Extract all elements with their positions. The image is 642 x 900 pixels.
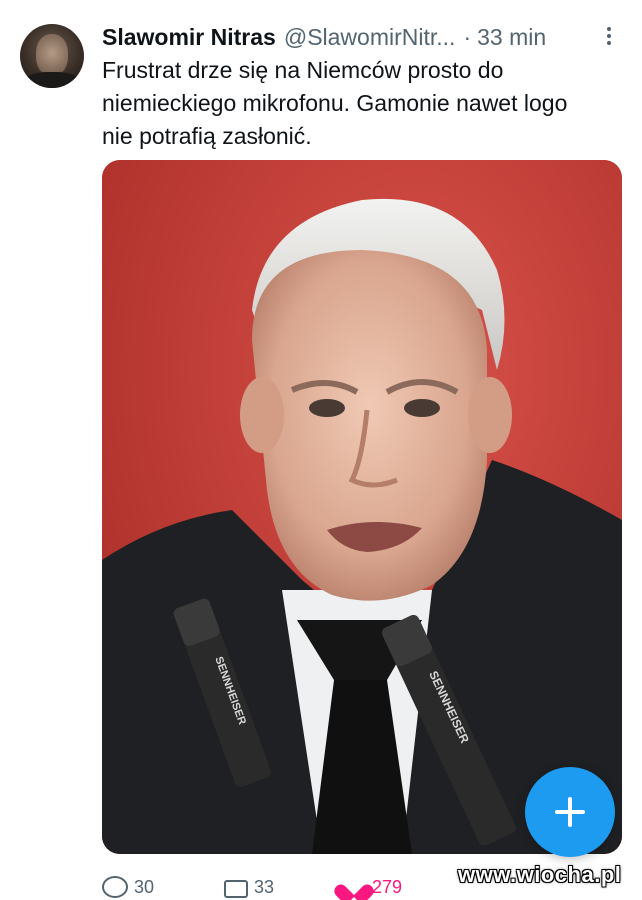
tweet-text-line: niemieckiego mikrofonu. Gamonie nawet lo… xyxy=(102,90,568,116)
compose-tweet-button[interactable] xyxy=(525,767,615,857)
reply-count: 30 xyxy=(134,876,155,897)
separator-dot: · xyxy=(463,23,472,50)
retweet-count: 33 xyxy=(254,876,275,897)
avatar-face xyxy=(36,34,68,76)
more-vertical-icon[interactable] xyxy=(596,24,622,50)
retweet-button[interactable]: 33 xyxy=(222,876,274,898)
reply-icon xyxy=(102,876,128,898)
tweet-card[interactable]: Slawomir Nitras @SlawomirNitr... · 33 mi… xyxy=(0,0,642,900)
like-button[interactable]: 279 xyxy=(342,876,402,898)
tweet-text-line: Frustrat drze się na Niemców prosto do xyxy=(102,57,504,83)
avatar-shoulders xyxy=(24,72,80,88)
author-name[interactable]: Slawomir Nitras xyxy=(102,24,276,51)
reply-button[interactable]: 30 xyxy=(102,876,154,898)
plus-icon xyxy=(555,797,585,827)
watermark: www.wiocha.pl xyxy=(458,862,622,887)
retweet-icon xyxy=(222,876,248,898)
author-handle[interactable]: @SlawomirNitr... xyxy=(284,24,456,51)
tweet-time[interactable]: 33 min xyxy=(477,24,546,51)
tweet-text-line: nie potrafią zasłonić. xyxy=(102,123,312,149)
tweet-photo[interactable]: SENNHEISER SENNHEISER xyxy=(102,160,622,854)
tweet-header: Slawomir Nitras @SlawomirNitr... · 33 mi… xyxy=(102,22,622,52)
like-count: 279 xyxy=(372,876,403,897)
tweet-text: Frustrat drze się na Niemców prosto do n… xyxy=(102,54,602,153)
heart-icon xyxy=(342,876,366,898)
avatar[interactable] xyxy=(20,24,84,88)
